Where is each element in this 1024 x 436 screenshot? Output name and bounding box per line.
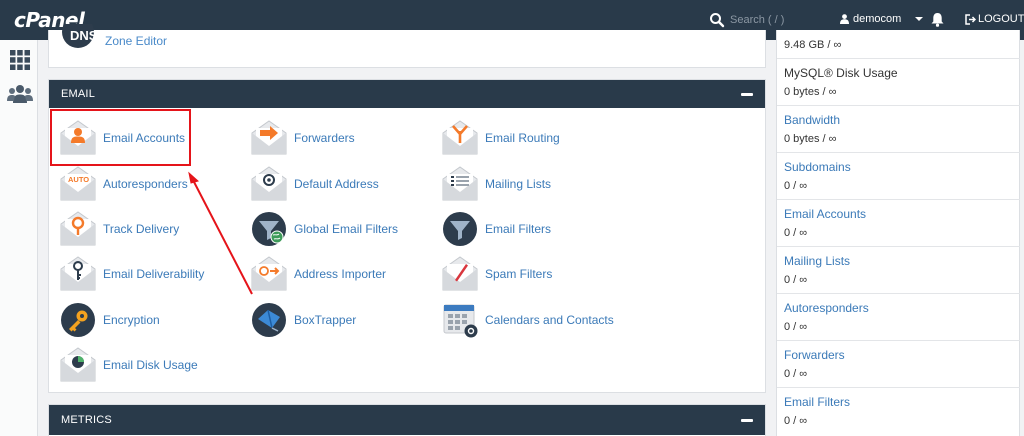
metrics-panel-header[interactable]: METRICS [49,405,765,435]
email-item-mailing-lists[interactable]: Mailing Lists [441,164,551,204]
email-item-default-address[interactable]: Default Address [250,164,379,204]
email-item-global-email-filters[interactable]: Global Email Filters [250,209,398,249]
email-item-encryption[interactable]: Encryption [59,300,160,340]
email-item-label: Address Importer [294,267,387,281]
highlight-box [50,109,191,166]
auto-badge: AUTO [68,175,89,184]
email-item-label: Default Address [294,177,379,191]
metrics-panel: METRICS [48,404,766,436]
stat-bandwidth: Bandwidth 0 bytes / ∞ [777,106,1020,153]
collapse-icon[interactable] [741,92,753,96]
logout-icon [965,13,976,25]
email-item-label: Spam Filters [485,267,553,281]
email-item-label: Email Deliverability [103,267,205,281]
email-section-title: EMAIL [61,88,96,100]
email-item-label: Calendars and Contacts [485,313,614,327]
stat-name[interactable]: Email Accounts [784,207,866,221]
email-item-label: Email Filters [485,222,552,236]
metrics-section-title: METRICS [61,414,112,426]
email-item-email-deliverability[interactable]: Email Deliverability [59,254,204,294]
stat-name[interactable]: Mailing Lists [784,254,850,268]
email-item-label: Encryption [103,313,160,327]
autoresponders-icon: AUTO [60,166,96,201]
calendars-contacts-icon [443,304,478,338]
stat-name[interactable]: Autoresponders [784,301,869,315]
stat-name[interactable]: Bandwidth [784,113,840,127]
stat-name[interactable]: Subdomains [784,160,851,174]
stat-value: 0 / ∞ [784,227,808,239]
stat-value: 0 / ∞ [784,180,808,192]
default-address-icon [251,166,287,201]
statistics-panel: 9.48 GB / ∞ MySQL® Disk Usage 0 bytes / … [776,30,1020,436]
email-item-email-routing[interactable]: Email Routing [441,118,560,158]
stat-value: 0 / ∞ [784,274,808,286]
email-item-email-filters[interactable]: Email Filters [441,209,551,249]
stat-value: 0 bytes / ∞ [784,86,837,98]
stat-autoresponders: Autoresponders 0 / ∞ [777,294,1020,341]
stat-forwarders: Forwarders 0 / ∞ [777,341,1020,388]
username: democom [853,13,902,25]
stat-mysql-disk-usage: MySQL® Disk Usage 0 bytes / ∞ [777,59,1020,106]
email-routing-icon [442,120,478,155]
email-filters-icon [443,212,477,246]
encryption-icon [61,303,95,337]
stat-name[interactable]: Email Filters [784,395,850,409]
email-item-label: Mailing Lists [485,177,552,191]
collapse-icon[interactable] [741,418,753,422]
logout-button[interactable]: LOGOUT [965,13,1024,25]
email-item-label: Track Delivery [103,222,180,236]
user-icon [840,14,849,24]
stat-email-accounts: Email Accounts 0 / ∞ [777,200,1020,247]
email-item-label: Autoresponders [103,177,188,191]
address-importer-icon [251,256,287,291]
zone-editor-link[interactable]: Zone Editor [105,34,167,48]
email-item-calendars-contacts[interactable]: Calendars and Contacts [441,300,614,340]
boxtrapper-icon [252,303,286,337]
email-item-spam-filters[interactable]: Spam Filters [441,254,552,294]
email-item-label: Email Routing [485,131,560,145]
stat-mailing-lists: Mailing Lists 0 / ∞ [777,247,1020,294]
email-item-forwarders[interactable]: Forwarders [250,118,355,158]
user-menu[interactable]: democom [840,13,924,25]
stat-value: 0 / ∞ [784,321,808,333]
stat-name: MySQL® Disk Usage [784,66,898,80]
forwarders-icon [251,120,287,155]
stat-value: 0 bytes / ∞ [784,133,837,145]
grid-icon[interactable] [10,50,30,70]
email-item-autoresponders[interactable]: AUTO Autoresponders [59,164,188,204]
stat-email-filters: Email Filters 0 / ∞ [777,388,1020,435]
global-email-filters-icon [252,212,286,246]
stat-value: 9.48 GB / ∞ [784,39,842,51]
domains-panel-partial: DNS Zone Editor [48,24,766,68]
email-panel-header[interactable]: EMAIL [49,80,765,108]
email-item-label: Forwarders [294,131,355,145]
svg-text:DNS: DNS [70,28,95,43]
chevron-down-icon [915,17,924,21]
email-deliverability-icon [60,256,96,291]
email-item-track-delivery[interactable]: Track Delivery [59,209,179,249]
bell-icon[interactable] [931,12,944,27]
left-nav [0,40,38,436]
email-item-label: Global Email Filters [294,222,399,236]
email-disk-usage-icon [60,347,96,382]
track-delivery-icon [60,211,96,246]
search-input[interactable] [730,10,820,30]
stat-value: 0 / ∞ [784,415,808,427]
search-icon[interactable] [709,12,725,28]
email-item-email-disk-usage[interactable]: Email Disk Usage [59,345,198,385]
email-item-address-importer[interactable]: Address Importer [250,254,386,294]
users-icon[interactable] [7,84,33,104]
stat-value: 0 / ∞ [784,368,808,380]
email-item-label: BoxTrapper [294,313,357,327]
spam-filters-icon [442,256,478,291]
logout-label: LOGOUT [978,13,1024,25]
stat-subdomains: Subdomains 0 / ∞ [777,153,1020,200]
email-item-boxtrapper[interactable]: BoxTrapper [250,300,356,340]
stat-name[interactable]: Forwarders [784,348,845,362]
zone-editor-icon: DNS [62,24,95,48]
stat-disk-usage: 9.48 GB / ∞ [777,30,1020,59]
mailing-lists-icon [442,166,478,201]
email-item-label: Email Disk Usage [103,358,198,372]
